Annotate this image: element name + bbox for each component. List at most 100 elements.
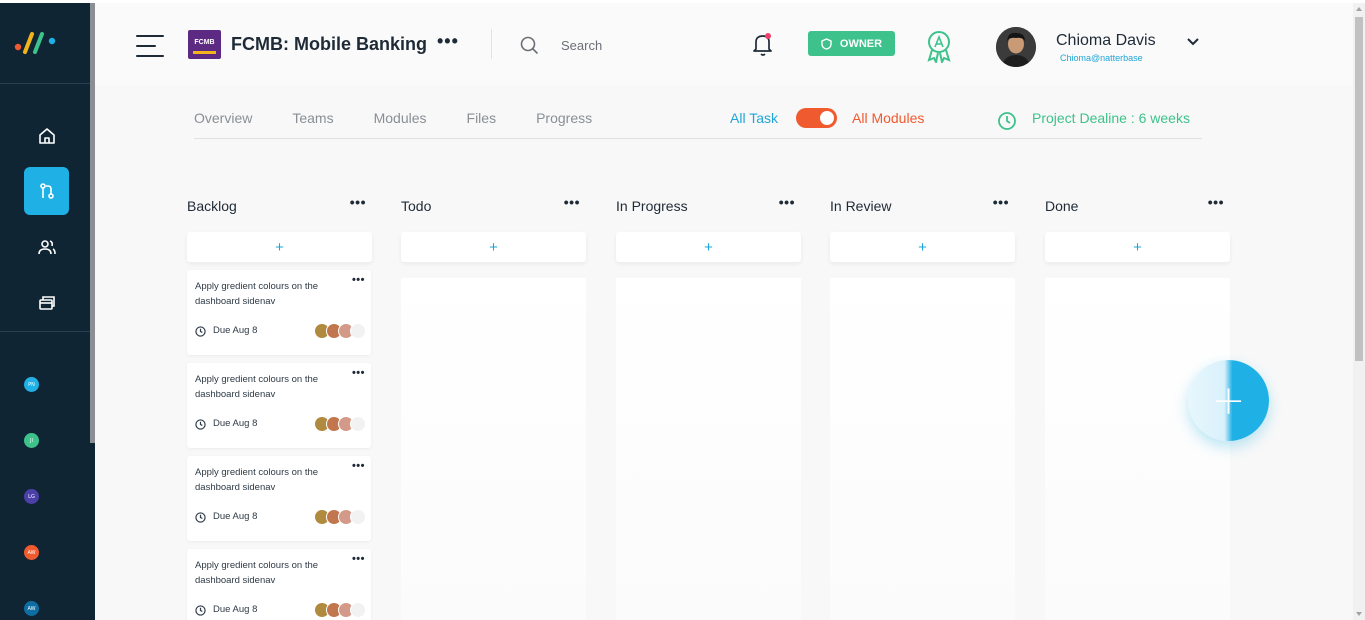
task-more-button[interactable]: ••• — [352, 460, 365, 472]
menu-toggle-button[interactable] — [136, 35, 164, 57]
add-task-button[interactable]: + — [1045, 232, 1230, 262]
search-icon — [520, 36, 538, 54]
project-initials: LG — [28, 493, 35, 500]
task-module-toggle[interactable] — [796, 108, 837, 128]
tab-modules[interactable]: Modules — [374, 110, 427, 128]
column-more-button[interactable]: ••• — [1208, 194, 1224, 210]
task-more-button[interactable]: ••• — [352, 367, 365, 379]
column-more-button[interactable]: ••• — [993, 194, 1009, 210]
column-drop-area[interactable] — [401, 278, 586, 620]
project-deadline: Project Dealine : 6 weeks — [1032, 110, 1190, 126]
task-due-date: Due Aug 8 — [213, 325, 258, 336]
header-divider — [491, 29, 492, 59]
task-due-date: Due Aug 8 — [213, 418, 258, 429]
page-scrollbar[interactable] — [1353, 3, 1365, 620]
column-title: In Review — [830, 198, 892, 214]
tab-progress[interactable]: Progress — [536, 110, 592, 128]
column-drop-area[interactable] — [616, 278, 801, 620]
tab-teams[interactable]: Teams — [292, 110, 333, 128]
task-card[interactable]: Apply gredient colours on the dashboard … — [187, 270, 371, 355]
project-more-button[interactable]: ••• — [437, 31, 459, 52]
assignee-avatar — [350, 323, 366, 339]
column-more-button[interactable]: ••• — [779, 194, 795, 210]
owner-badge-label: OWNER — [839, 37, 883, 50]
project-avatar[interactable]: AW — [24, 545, 39, 560]
column-more-button[interactable]: ••• — [564, 194, 580, 210]
task-card[interactable]: Apply gredient colours on the dashboard … — [187, 456, 371, 541]
user-name[interactable]: Chioma Davis — [1056, 32, 1156, 50]
task-title: Apply gredient colours on the dashboard … — [195, 281, 319, 307]
scrollbar-thumb[interactable] — [1355, 17, 1363, 361]
clock-icon — [195, 605, 206, 616]
tab-files[interactable]: Files — [467, 110, 497, 128]
award-badge-icon[interactable] — [925, 29, 953, 63]
project-tabs: Overview Teams Modules Files Progress — [194, 110, 632, 128]
task-assignees — [314, 416, 366, 432]
task-title: Apply gredient colours on the dashboard … — [195, 374, 319, 400]
clock-icon — [195, 419, 206, 430]
assignee-avatar — [350, 416, 366, 432]
project-title: FCMB: Mobile Banking — [231, 34, 427, 54]
task-title: Apply gredient colours on the dashboard … — [195, 467, 319, 493]
sidebar: PN JI LG AW AW — [0, 3, 90, 620]
git-pull-request-icon — [39, 183, 54, 199]
plus-icon: + — [1211, 377, 1246, 424]
clock-icon — [195, 326, 206, 337]
add-task-button[interactable]: + — [401, 232, 586, 262]
task-more-button[interactable]: ••• — [352, 274, 365, 286]
add-task-button[interactable]: + — [616, 232, 801, 262]
task-assignees — [314, 602, 366, 618]
notification-bell-icon[interactable] — [752, 31, 774, 57]
user-photo — [996, 27, 1036, 67]
toggle-knob — [820, 111, 834, 125]
all-modules-label[interactable]: All Modules — [852, 110, 924, 126]
task-card[interactable]: Apply gredient colours on the dashboard … — [187, 363, 371, 448]
owner-badge: OWNER — [808, 31, 895, 56]
project-avatar[interactable]: LG — [24, 489, 39, 504]
chevron-down-icon[interactable] — [1186, 37, 1200, 47]
column-title: In Progress — [616, 198, 688, 214]
sidebar-item-home[interactable] — [24, 112, 69, 160]
folders-icon — [38, 296, 55, 310]
sidebar-scroll-edge — [90, 443, 95, 620]
add-task-button[interactable]: + — [830, 232, 1015, 262]
task-card[interactable]: Apply gredient colours on the dashboard … — [187, 549, 371, 620]
add-fab-button[interactable]: + — [1188, 360, 1269, 441]
app-logo-icon[interactable] — [14, 30, 58, 56]
add-task-button[interactable]: + — [187, 232, 372, 262]
project-avatar[interactable]: PN — [24, 377, 39, 392]
column-more-button[interactable]: ••• — [350, 194, 366, 210]
home-icon — [38, 128, 55, 144]
sidebar-item-files[interactable] — [24, 279, 69, 327]
scroll-up-icon[interactable] — [1356, 7, 1362, 11]
user-avatar[interactable] — [996, 27, 1036, 67]
project-logo-text: FCMB — [194, 39, 215, 46]
sidebar-divider — [0, 83, 90, 84]
tab-overview[interactable]: Overview — [194, 110, 252, 128]
column-drop-area[interactable] — [830, 278, 1015, 620]
column-title: Backlog — [187, 198, 237, 214]
project-avatar[interactable]: AW — [24, 601, 39, 616]
scroll-down-icon[interactable] — [1356, 612, 1362, 616]
project-avatar[interactable]: JI — [24, 433, 39, 448]
task-assignees — [314, 509, 366, 525]
column-title: Done — [1045, 198, 1079, 214]
project-initials: JI — [30, 437, 33, 444]
project-initials: PN — [28, 381, 35, 388]
search-input[interactable] — [561, 36, 731, 54]
column-title: Todo — [401, 198, 432, 214]
sidebar-item-board[interactable] — [24, 167, 69, 215]
project-initials: AW — [27, 605, 36, 612]
all-task-label[interactable]: All Task — [730, 110, 778, 126]
task-assignees — [314, 323, 366, 339]
task-more-button[interactable]: ••• — [352, 553, 365, 565]
users-icon — [37, 240, 56, 255]
tabs-underline — [194, 138, 1202, 139]
task-due-date: Due Aug 8 — [213, 604, 258, 615]
clock-icon — [195, 512, 206, 523]
assignee-avatar — [350, 509, 366, 525]
sidebar-item-team[interactable] — [24, 223, 69, 271]
column-drop-area[interactable] — [1045, 278, 1230, 620]
task-due-date: Due Aug 8 — [213, 511, 258, 522]
project-logo: FCMB — [188, 30, 221, 59]
